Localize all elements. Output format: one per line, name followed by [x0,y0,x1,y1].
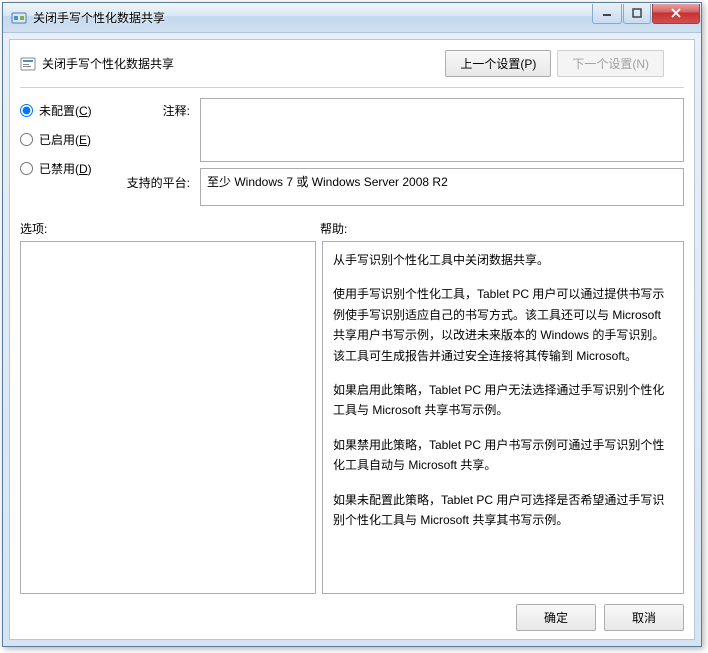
radio-not-configured[interactable]: 未配置(C) [20,102,110,119]
window-title: 关闭手写个性化数据共享 [33,9,592,26]
help-paragraph: 使用手写识别个性化工具，Tablet PC 用户可以通过提供书写示例使手写识别适… [333,284,673,366]
comment-label: 注释: [120,102,190,119]
prev-setting-button[interactable]: 上一个设置(P) [445,50,551,77]
help-label: 帮助: [320,220,347,237]
options-panel[interactable] [20,241,316,594]
help-paragraph: 如果启用此策略，Tablet PC 用户无法选择通过手写识别个性化工具与 Mic… [333,380,673,421]
policy-icon [20,56,36,72]
app-icon [11,10,27,26]
comment-textarea[interactable] [200,98,684,162]
titlebar[interactable]: 关闭手写个性化数据共享 [3,3,701,33]
help-paragraph: 如果禁用此策略，Tablet PC 用户书写示例可通过手写识别个性化工具自动与 … [333,435,673,476]
footer: 确定 取消 [20,594,684,631]
window-controls [592,4,701,24]
platform-label: 支持的平台: [120,174,190,191]
platform-box[interactable]: 至少 Windows 7 或 Windows Server 2008 R2 [200,168,684,206]
panels: 从手写识别个性化工具中关闭数据共享。 使用手写识别个性化工具，Tablet PC… [20,241,684,594]
settings-row: 未配置(C) 已启用(E) 已禁用(D) 注释: 支持的平台: 至少 Wind [20,98,684,206]
radio-group: 未配置(C) 已启用(E) 已禁用(D) [20,98,110,206]
nav-buttons: 上一个设置(P) 下一个设置(N) [445,50,664,77]
close-button[interactable] [652,4,700,24]
help-paragraph: 如果未配置此策略，Tablet PC 用户可选择是否希望通过手写识别个性化工具与… [333,490,673,531]
dialog-window: 关闭手写个性化数据共享 关闭手写个性化数据共享 上一个设置(P) 下一个设置(N… [2,2,702,647]
cancel-button[interactable]: 取消 [604,604,684,631]
header-row: 关闭手写个性化数据共享 上一个设置(P) 下一个设置(N) [20,50,684,77]
maximize-button[interactable] [623,4,651,24]
divider [20,87,684,88]
field-column: 至少 Windows 7 或 Windows Server 2008 R2 [200,98,684,206]
client-area: 关闭手写个性化数据共享 上一个设置(P) 下一个设置(N) 未配置(C) 已启用… [9,39,695,640]
panel-labels: 选项: 帮助: [20,220,684,237]
next-setting-button[interactable]: 下一个设置(N) [557,50,664,77]
help-panel[interactable]: 从手写识别个性化工具中关闭数据共享。 使用手写识别个性化工具，Tablet PC… [322,241,684,594]
options-label: 选项: [20,220,320,237]
radio-disabled[interactable]: 已禁用(D) [20,160,110,177]
radio-enabled[interactable]: 已启用(E) [20,131,110,148]
radio-enabled-input[interactable] [20,133,33,146]
radio-disabled-input[interactable] [20,162,33,175]
policy-title: 关闭手写个性化数据共享 [42,55,445,72]
help-paragraph: 从手写识别个性化工具中关闭数据共享。 [333,250,673,270]
radio-not-configured-input[interactable] [20,104,33,117]
minimize-button[interactable] [592,4,622,24]
ok-button[interactable]: 确定 [516,604,596,631]
field-labels: 注释: 支持的平台: [120,98,190,206]
platform-text: 至少 Windows 7 或 Windows Server 2008 R2 [207,175,448,189]
